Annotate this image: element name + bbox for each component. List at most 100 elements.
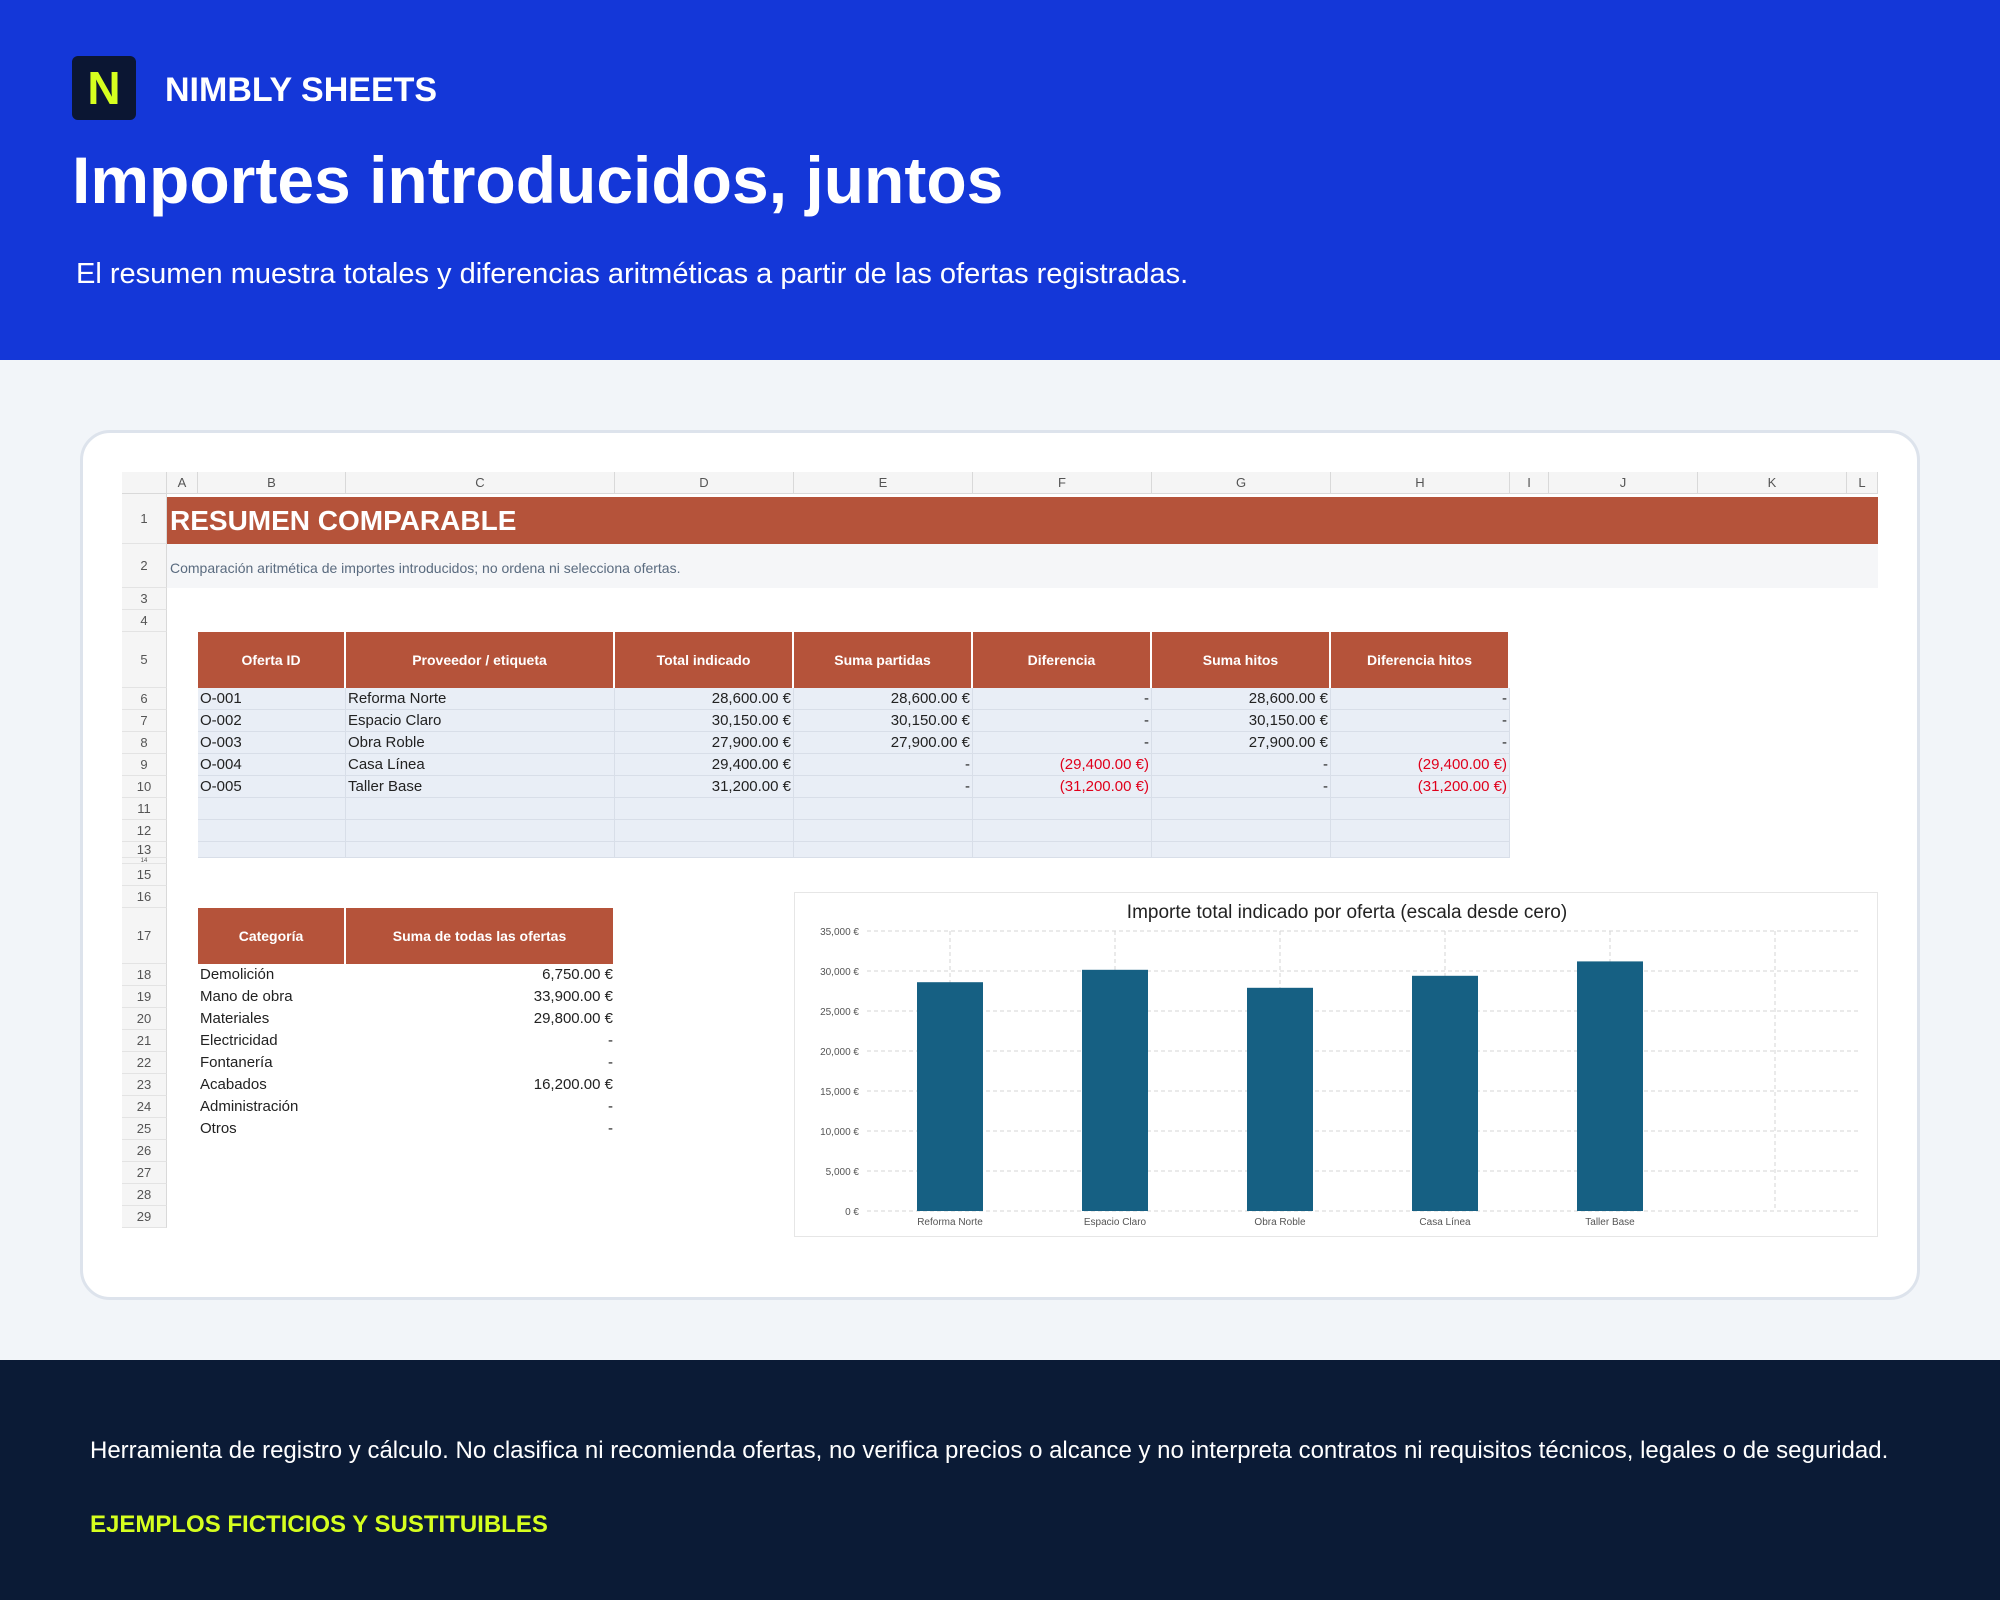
row-header-11[interactable]: 11 [122,798,167,820]
category-cell[interactable]: Electricidad [198,1030,346,1052]
row-header-23[interactable]: 23 [122,1074,167,1096]
offers-cell[interactable] [794,842,973,858]
offers-cell[interactable] [973,820,1152,842]
offers-cell[interactable]: O-005 [198,776,346,798]
column-header-i[interactable]: I [1510,472,1549,494]
category-cell[interactable]: Fontanería [198,1052,346,1074]
category-header-1[interactable]: Suma de todas las ofertas [346,908,615,964]
row-header-29[interactable]: 29 [122,1206,167,1228]
offers-cell[interactable]: - [973,732,1152,754]
offers-cell[interactable] [1152,842,1331,858]
row-header-21[interactable]: 21 [122,1030,167,1052]
offers-cell[interactable]: (31,200.00 €) [1331,776,1510,798]
row-header-20[interactable]: 20 [122,1008,167,1030]
column-header-k[interactable]: K [1698,472,1847,494]
offers-cell[interactable]: 28,600.00 € [615,688,794,710]
corner-select-all[interactable] [122,472,167,494]
column-header-g[interactable]: G [1152,472,1331,494]
offers-cell[interactable]: 29,400.00 € [615,754,794,776]
offers-cell[interactable]: Casa Línea [346,754,615,776]
offers-cell[interactable]: O-004 [198,754,346,776]
offers-cell[interactable]: 30,150.00 € [1152,710,1331,732]
column-header-h[interactable]: H [1331,472,1510,494]
offers-cell[interactable] [198,798,346,820]
offers-cell[interactable]: Reforma Norte [346,688,615,710]
offers-cell[interactable]: - [1152,754,1331,776]
row-header-13[interactable]: 13 [122,842,167,858]
row-header-4[interactable]: 4 [122,610,167,632]
row-header-18[interactable]: 18 [122,964,167,986]
offers-cell[interactable]: 27,900.00 € [1152,732,1331,754]
offers-cell[interactable]: Obra Roble [346,732,615,754]
offers-cell[interactable]: (31,200.00 €) [973,776,1152,798]
offers-cell[interactable]: O-001 [198,688,346,710]
category-cell[interactable]: - [346,1096,615,1118]
category-cell[interactable]: - [346,1118,615,1140]
row-header-3[interactable]: 3 [122,588,167,610]
offers-cell[interactable]: Taller Base [346,776,615,798]
category-cell[interactable]: Otros [198,1118,346,1140]
offers-cell[interactable]: 31,200.00 € [615,776,794,798]
row-header-26[interactable]: 26 [122,1140,167,1162]
offers-cell[interactable] [615,798,794,820]
offers-cell[interactable]: (29,400.00 €) [1331,754,1510,776]
category-cell[interactable]: Administración [198,1096,346,1118]
offers-header-1[interactable]: Proveedor / etiqueta [346,632,615,688]
offers-header-4[interactable]: Diferencia [973,632,1152,688]
offers-cell[interactable] [1331,842,1510,858]
row-header-22[interactable]: 22 [122,1052,167,1074]
column-header-b[interactable]: B [198,472,346,494]
row-header-19[interactable]: 19 [122,986,167,1008]
row-header-9[interactable]: 9 [122,754,167,776]
offers-cell[interactable] [346,798,615,820]
offers-cell[interactable] [198,820,346,842]
offers-cell[interactable]: 27,900.00 € [794,732,973,754]
row-header-2[interactable]: 2 [122,544,167,588]
category-cell[interactable]: Mano de obra [198,986,346,1008]
offers-header-2[interactable]: Total indicado [615,632,794,688]
offers-cell[interactable] [1331,820,1510,842]
row-header-7[interactable]: 7 [122,710,167,732]
row-header-12[interactable]: 12 [122,820,167,842]
row-header-24[interactable]: 24 [122,1096,167,1118]
category-header-0[interactable]: Categoría [198,908,346,964]
offers-cell[interactable] [198,842,346,858]
row-header-6[interactable]: 6 [122,688,167,710]
column-header-j[interactable]: J [1549,472,1698,494]
offers-cell[interactable]: - [973,688,1152,710]
offers-header-6[interactable]: Diferencia hitos [1331,632,1510,688]
row-header-10[interactable]: 10 [122,776,167,798]
row-header-27[interactable]: 27 [122,1162,167,1184]
sheet-banner-cell[interactable]: RESUMEN COMPARABLE [167,497,1878,544]
column-header-c[interactable]: C [346,472,615,494]
category-cell[interactable]: Materiales [198,1008,346,1030]
row-header-17[interactable]: 17 [122,908,167,964]
column-header-a[interactable]: A [167,472,198,494]
offers-cell[interactable]: - [1331,710,1510,732]
sheet-note-cell[interactable]: Comparación aritmética de importes intro… [170,560,681,576]
row-header-25[interactable]: 25 [122,1118,167,1140]
offers-cell[interactable]: O-002 [198,710,346,732]
offers-cell[interactable] [1152,798,1331,820]
row-header-16[interactable]: 16 [122,886,167,908]
offers-cell[interactable]: 27,900.00 € [615,732,794,754]
offers-cell[interactable]: - [1152,776,1331,798]
offers-cell[interactable]: - [973,710,1152,732]
category-cell[interactable]: 16,200.00 € [346,1074,615,1096]
row-header-15[interactable]: 15 [122,864,167,886]
offers-cell[interactable] [794,820,973,842]
category-cell[interactable]: - [346,1052,615,1074]
offers-cell[interactable]: 28,600.00 € [794,688,973,710]
category-cell[interactable]: Acabados [198,1074,346,1096]
offers-cell[interactable]: O-003 [198,732,346,754]
offers-cell[interactable] [1152,820,1331,842]
offers-cell[interactable] [973,798,1152,820]
column-header-d[interactable]: D [615,472,794,494]
category-cell[interactable]: 6,750.00 € [346,964,615,986]
offers-cell[interactable] [615,820,794,842]
offers-cell[interactable]: 28,600.00 € [1152,688,1331,710]
category-cell[interactable]: - [346,1030,615,1052]
offers-cell[interactable] [346,842,615,858]
offers-cell[interactable] [1331,798,1510,820]
row-header-1[interactable]: 1 [122,494,167,544]
